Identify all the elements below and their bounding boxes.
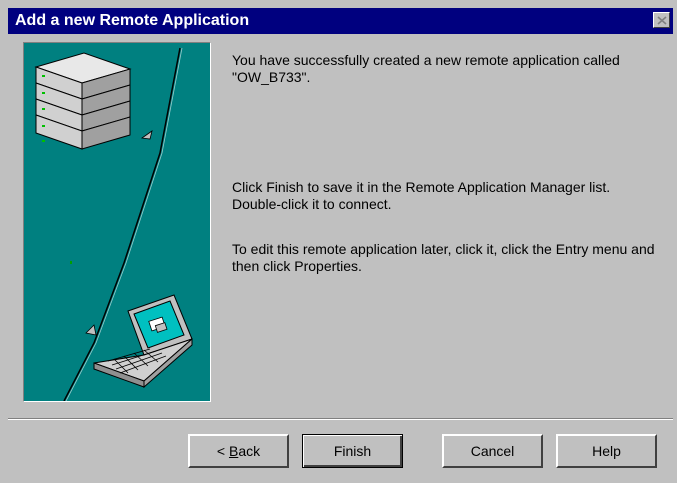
back-button-mnemonic: B: [228, 443, 239, 459]
server-stack-icon: [34, 52, 132, 150]
wizard-illustration: [23, 42, 211, 402]
button-separator: [8, 418, 673, 420]
cancel-button[interactable]: Cancel: [442, 434, 543, 468]
title-bar[interactable]: Add a new Remote Application: [8, 8, 673, 34]
success-message: You have successfully created a new remo…: [232, 52, 620, 85]
cancel-button-label: Cancel: [470, 443, 515, 459]
close-button[interactable]: [653, 12, 670, 28]
help-button-label: Help: [592, 443, 621, 459]
help-button[interactable]: Help: [556, 434, 657, 468]
finish-button-label: Finish: [333, 443, 372, 459]
finish-button[interactable]: Finish: [302, 434, 403, 468]
close-icon: [657, 16, 667, 25]
edit-instruction: To edit this remote application later, c…: [232, 241, 655, 274]
back-button[interactable]: < Back: [188, 434, 289, 468]
upload-arrow-icon: [140, 130, 153, 140]
finish-instruction: Click Finish to save it in the Remote Ap…: [232, 179, 611, 212]
download-arrow-icon: [85, 324, 97, 336]
back-button-label-rest: ack: [238, 443, 261, 459]
back-button-prefix: <: [216, 443, 229, 459]
wizard-dialog: Add a new Remote Application You have su…: [0, 0, 677, 483]
window-title: Add a new Remote Application: [15, 12, 250, 29]
